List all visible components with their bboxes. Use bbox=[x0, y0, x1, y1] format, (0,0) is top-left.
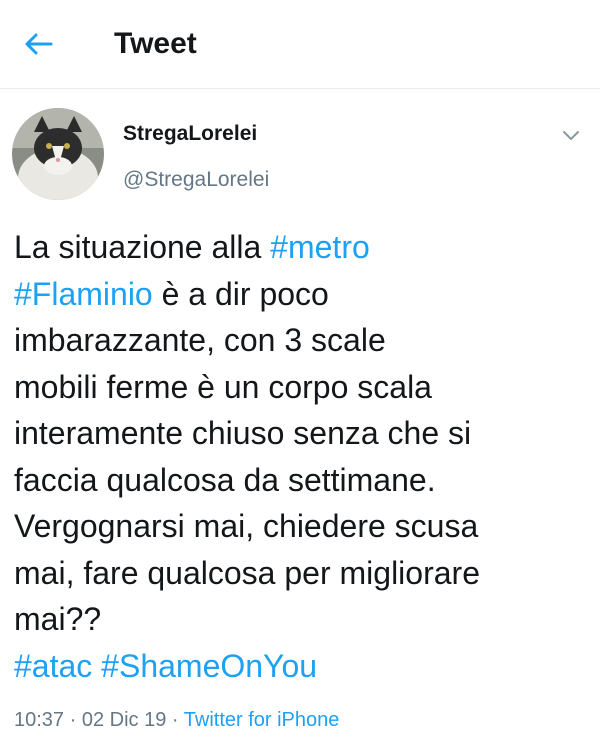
tweet-text-line: #Flaminio è a dir poco bbox=[14, 271, 594, 318]
tweet-text-line: mobili ferme è un corpo scala bbox=[14, 364, 594, 411]
page-title: Tweet bbox=[114, 27, 197, 60]
meta-separator: · bbox=[64, 709, 82, 731]
tweet-text-segment: mai, fare qualcosa per migliorare bbox=[14, 554, 480, 591]
tweet-text-line: #atac #ShameOnYou bbox=[14, 643, 594, 690]
tweet-source-link[interactable]: Twitter for iPhone bbox=[184, 709, 340, 731]
tweet-time: 10:37 bbox=[14, 709, 65, 731]
tweet-text-segment: mai?? bbox=[14, 601, 102, 637]
tweet-text-line: faccia qualcosa da settimane. bbox=[14, 457, 594, 504]
tweet-meta: 10:37 · 02 Dic 19 · Twitter for iPhone bbox=[14, 706, 339, 734]
tweet-text-segment: La situazione alla bbox=[14, 229, 271, 265]
chevron-down-icon bbox=[563, 131, 579, 140]
back-button[interactable] bbox=[18, 24, 58, 64]
tweet-text-segment: faccia qualcosa da settimane. bbox=[14, 461, 436, 498]
tweet-text-line: Vergognarsi mai, chiedere scusa bbox=[14, 503, 594, 550]
tweet-text-segment: è a dir poco bbox=[152, 275, 329, 312]
tweet-text-segment: imbarazzante, con 3 scale bbox=[14, 322, 386, 358]
tweet-text-line: La situazione alla #metro bbox=[14, 224, 594, 271]
tweet-text-line: imbarazzante, con 3 scale bbox=[14, 317, 594, 364]
hashtag-link[interactable]: #ShameOnYou bbox=[101, 648, 317, 684]
author-display-name[interactable]: StregaLorelei bbox=[123, 121, 257, 147]
hashtag-link[interactable]: #Flaminio bbox=[14, 276, 153, 312]
tweet-text: La situazione alla #metro #Flaminio è a d… bbox=[14, 224, 594, 689]
arrow-left-icon bbox=[25, 33, 53, 55]
more-options-button[interactable] bbox=[556, 120, 586, 150]
cat-avatar-image bbox=[12, 108, 104, 200]
tweet-text-line: interamente chiuso senza che si bbox=[14, 410, 594, 457]
tweet-text-segment: interamente chiuso senza che si bbox=[14, 415, 472, 451]
author-handle[interactable]: @StregaLorelei bbox=[123, 167, 269, 193]
tweet-text-segment bbox=[92, 648, 101, 684]
tweet-text-line: mai, fare qualcosa per migliorare bbox=[14, 550, 594, 597]
tweet-text-line: mai?? bbox=[14, 596, 594, 643]
meta-separator: · bbox=[166, 709, 184, 731]
tweet-text-segment: Vergognarsi mai, chiedere scusa bbox=[14, 508, 479, 544]
tweet-text-segment: mobili ferme è un corpo scala bbox=[14, 368, 432, 405]
tweet-date: 02 Dic 19 bbox=[81, 709, 167, 731]
top-bar: Tweet bbox=[0, 0, 600, 89]
avatar[interactable] bbox=[12, 108, 104, 200]
hashtag-link[interactable]: #atac bbox=[14, 648, 92, 684]
hashtag-link[interactable]: #metro bbox=[270, 229, 370, 265]
